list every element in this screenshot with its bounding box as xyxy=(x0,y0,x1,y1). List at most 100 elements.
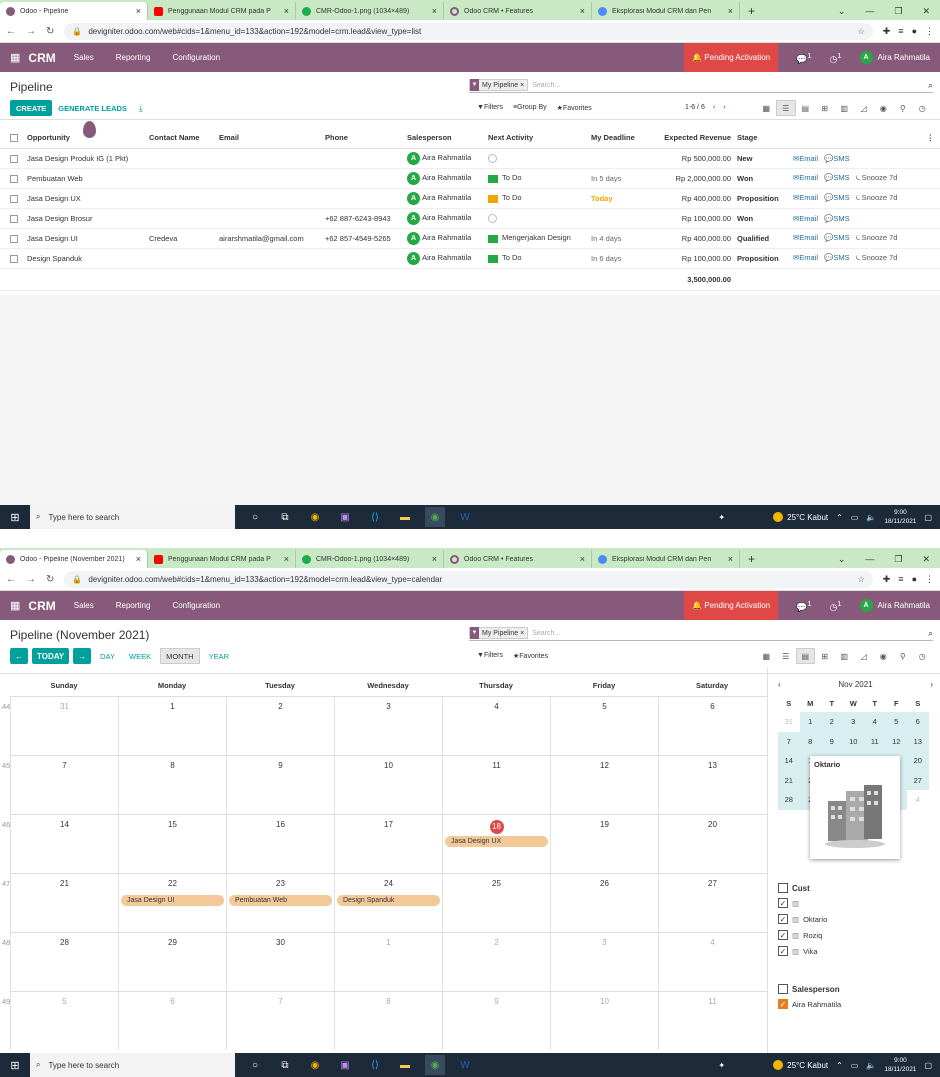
mini-day[interactable]: 7 xyxy=(778,731,800,751)
mini-next-icon[interactable]: › xyxy=(930,680,933,689)
mini-day[interactable]: 6 xyxy=(907,712,929,732)
user-menu[interactable]: A Aira Rahmatila xyxy=(859,599,930,612)
mini-day[interactable]: 8 xyxy=(799,731,821,751)
table-row[interactable]: Jasa Design Produk IG (1 Pkt) A Aira Rahm… xyxy=(0,148,940,169)
snooze-action[interactable]: ⏾Snooze 7d xyxy=(856,253,898,262)
mini-day[interactable]: 4 xyxy=(907,790,929,810)
close-tab-icon[interactable]: × xyxy=(136,6,141,16)
activity-view-icon[interactable]: ◷ xyxy=(913,100,933,116)
filters-dropdown[interactable]: ▼Filters xyxy=(477,652,503,660)
calendar-day-cell[interactable]: 2 xyxy=(442,933,550,991)
browser-tab-eksplorasi[interactable]: Eksplorasi Modul CRM dan Pen × xyxy=(592,550,740,568)
row-checkbox[interactable] xyxy=(0,148,27,169)
search-bar[interactable]: ▼ My Pipeline × Search... ⌕ xyxy=(469,78,933,93)
col-revenue[interactable]: Expected Revenue xyxy=(651,128,737,149)
minimize-icon[interactable]: — xyxy=(865,554,874,564)
reading-list-icon[interactable]: ≡ xyxy=(898,26,903,37)
group-by-dropdown[interactable]: ≡Group By xyxy=(513,104,547,112)
pager-prev-icon[interactable]: ‹ xyxy=(713,104,715,111)
user-menu[interactable]: A Aira Rahmatila xyxy=(859,51,930,64)
messages-icon[interactable]: 💬1 xyxy=(796,599,811,613)
calendar-day-cell[interactable]: 30 xyxy=(226,933,334,991)
table-row[interactable]: Jasa Design UX A Aira Rahmatila To Do Today… xyxy=(0,188,940,209)
salesperson-checkbox[interactable]: ✓ xyxy=(778,999,788,1009)
favorites-dropdown[interactable]: ★Favorites xyxy=(513,652,548,660)
network-icon[interactable]: ▭ xyxy=(851,513,859,522)
new-tab-button[interactable]: + xyxy=(740,550,763,568)
word-icon[interactable]: W xyxy=(455,507,475,527)
snooze-action[interactable]: ⏾Snooze 7d xyxy=(856,233,898,242)
forward-icon[interactable]: → xyxy=(26,574,36,585)
calendar-day-cell[interactable]: 18 Jasa Design UX xyxy=(442,815,550,873)
remove-facet-icon[interactable]: × xyxy=(520,630,524,637)
calendar-day-cell[interactable]: 12 xyxy=(550,756,658,814)
calendar-day-cell[interactable]: 5 xyxy=(550,697,658,755)
volume-icon[interactable]: 🔈 xyxy=(866,1061,876,1070)
customer-filter-item[interactable]: ✓ ▥ xyxy=(778,895,827,911)
calendar-day-cell[interactable]: 20 xyxy=(658,815,766,873)
email-action[interactable]: ✉Email xyxy=(793,214,818,223)
search-input[interactable]: Search... xyxy=(532,82,560,89)
scale-week[interactable]: WEEK xyxy=(124,648,156,664)
sms-action[interactable]: 💬SMS xyxy=(824,214,850,223)
mini-day[interactable]: 3 xyxy=(842,712,864,732)
sync-icon[interactable]: ✦ xyxy=(718,513,725,522)
scale-day[interactable]: DAY xyxy=(95,648,120,664)
mini-day[interactable]: 2 xyxy=(821,712,843,732)
kanban-view-icon[interactable]: ▦ xyxy=(757,648,777,664)
calendar-day-cell[interactable]: 24 Design Spanduk xyxy=(334,874,442,932)
search-facet[interactable]: ▼ My Pipeline × xyxy=(469,79,529,91)
customer-checkbox[interactable]: ✓ xyxy=(778,930,788,940)
menu-sales[interactable]: Sales xyxy=(74,53,94,62)
sync-icon[interactable]: ✦ xyxy=(718,1061,725,1070)
calendar-day-cell[interactable]: 10 xyxy=(550,992,658,1050)
filters-dropdown[interactable]: ▼Filters xyxy=(477,104,503,112)
notifications-icon[interactable]: ▢ xyxy=(924,1061,932,1070)
pivot-view-icon[interactable]: ⊞ xyxy=(815,100,835,116)
notifications-icon[interactable]: ▢ xyxy=(924,513,932,522)
tray-overflow-icon[interactable]: ⌃ xyxy=(836,1061,843,1070)
browser-tab-pipeline[interactable]: Odoo - Pipeline (November 2021) × xyxy=(0,550,148,568)
sms-action[interactable]: 💬SMS xyxy=(824,253,850,262)
close-tab-icon[interactable]: × xyxy=(284,6,289,16)
sms-action[interactable]: 💬SMS xyxy=(824,154,850,163)
calendar-day-cell[interactable]: 10 xyxy=(334,756,442,814)
col-stage[interactable]: Stage xyxy=(737,128,793,149)
cohort-view-icon[interactable]: ◿ xyxy=(854,100,874,116)
activity-view-icon[interactable]: ◷ xyxy=(913,648,933,664)
url-field[interactable]: 🔒 devigniter.odoo.com/web#cids=1&menu_id=… xyxy=(64,22,873,40)
close-tab-icon[interactable]: × xyxy=(432,6,437,16)
customer-filter-checkbox[interactable] xyxy=(778,883,788,893)
list-view-icon[interactable]: ☰ xyxy=(776,648,796,664)
sms-action[interactable]: 💬SMS xyxy=(824,233,850,242)
menu-icon[interactable]: ⋮ xyxy=(925,26,934,37)
back-icon[interactable]: ← xyxy=(6,26,16,37)
file-explorer-icon[interactable]: ▬ xyxy=(395,507,415,527)
browser-tab-pipeline[interactable]: Odoo - Pipeline × xyxy=(0,2,148,20)
menu-icon[interactable]: ⋮ xyxy=(925,574,934,585)
pending-activation-button[interactable]: 🔔 Pending Activation xyxy=(684,43,779,72)
activities-icon[interactable]: ◷1 xyxy=(830,599,842,613)
close-tab-icon[interactable]: × xyxy=(580,554,585,564)
customer-filter-item[interactable]: ✓ ▥ Vika xyxy=(778,943,827,959)
vscode-icon[interactable]: ⟨⟩ xyxy=(365,1055,385,1075)
back-icon[interactable]: ← xyxy=(6,574,16,585)
col-contact[interactable]: Contact Name xyxy=(149,128,219,149)
cortana-icon[interactable]: ○ xyxy=(245,507,265,527)
cortana-icon[interactable]: ○ xyxy=(245,1055,265,1075)
menu-reporting[interactable]: Reporting xyxy=(116,601,151,610)
row-checkbox[interactable] xyxy=(0,188,27,209)
chrome-icon[interactable]: ◉ xyxy=(305,1055,325,1075)
today-button[interactable]: TODAY xyxy=(32,648,70,664)
customer-filter-item[interactable]: ✓ ▥ Roziq xyxy=(778,927,827,943)
taskbar-search[interactable]: ⌕ Type here to search xyxy=(30,1053,235,1077)
scale-year[interactable]: YEAR xyxy=(204,648,234,664)
favorites-dropdown[interactable]: ★Favorites xyxy=(557,104,592,112)
calendar-day-cell[interactable]: 15 xyxy=(118,815,226,873)
calendar-day-cell[interactable]: 7 xyxy=(10,756,118,814)
weather-widget[interactable]: 25°C Kabut xyxy=(773,512,828,522)
col-opportunity[interactable]: Opportunity xyxy=(27,128,149,149)
mini-day[interactable]: 20 xyxy=(907,751,929,771)
windows-start-icon[interactable]: ⊞ xyxy=(0,1059,30,1072)
close-window-icon[interactable]: ✕ xyxy=(922,554,930,565)
